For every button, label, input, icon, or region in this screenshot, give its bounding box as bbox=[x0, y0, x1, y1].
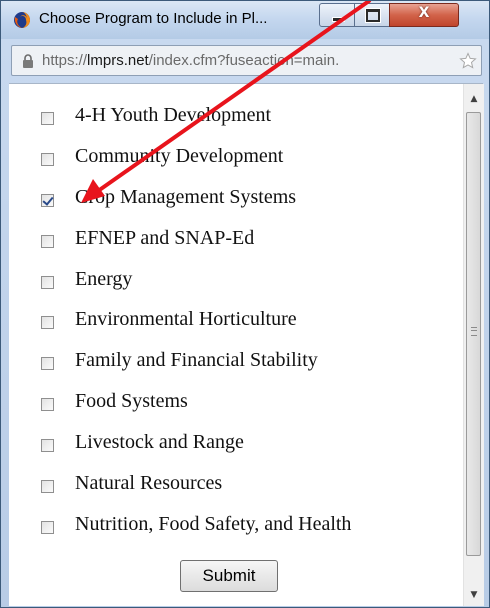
option-label[interactable]: EFNEP and SNAP-Ed bbox=[75, 227, 254, 250]
star-icon[interactable] bbox=[459, 52, 477, 70]
option-label[interactable]: Community Development bbox=[75, 145, 283, 168]
option-label[interactable]: Environmental Horticulture bbox=[75, 308, 297, 331]
option-checkbox[interactable] bbox=[41, 112, 54, 125]
close-button[interactable]: X bbox=[389, 3, 459, 27]
grip-icon bbox=[471, 327, 477, 336]
vertical-scrollbar[interactable]: ▲ ▼ bbox=[463, 84, 484, 606]
minimize-button[interactable] bbox=[319, 3, 355, 27]
url-text: https://lmprs.net/index.cfm?fuseaction=m… bbox=[42, 52, 442, 69]
option-checkbox[interactable] bbox=[41, 234, 54, 248]
minimize-icon bbox=[332, 17, 345, 22]
option-checkbox[interactable] bbox=[41, 316, 54, 330]
page-content: 4-H Youth Development Community Developm… bbox=[9, 83, 484, 606]
submit-button[interactable]: Submit bbox=[180, 560, 278, 592]
scrollbar-thumb[interactable] bbox=[466, 112, 481, 556]
option-label[interactable]: Food Systems bbox=[75, 390, 188, 413]
scroll-down-icon[interactable]: ▼ bbox=[464, 586, 484, 604]
popup-window: Choose Program to Include in Pl... X htt… bbox=[0, 0, 490, 608]
option-checkbox[interactable] bbox=[41, 480, 54, 494]
option-label[interactable]: Natural Resources bbox=[75, 472, 222, 495]
option-checkbox[interactable] bbox=[41, 152, 54, 166]
option-checkbox[interactable] bbox=[41, 398, 54, 412]
title-bar[interactable]: Choose Program to Include in Pl... X bbox=[1, 1, 489, 39]
option-checkbox[interactable] bbox=[41, 439, 54, 453]
scroll-up-icon[interactable]: ▲ bbox=[464, 90, 484, 108]
close-icon: X bbox=[418, 5, 430, 21]
option-label[interactable]: 4-H Youth Development bbox=[75, 104, 271, 127]
url-scheme: https:// bbox=[42, 52, 88, 69]
window-title: Choose Program to Include in Pl... bbox=[39, 10, 268, 27]
address-bar[interactable]: https://lmprs.net/index.cfm?fuseaction=m… bbox=[11, 45, 482, 76]
option-checkbox[interactable] bbox=[41, 275, 54, 289]
option-label[interactable]: Crop Management Systems bbox=[75, 186, 296, 209]
lock-icon bbox=[23, 54, 33, 68]
option-label[interactable]: Energy bbox=[75, 268, 132, 291]
option-label[interactable]: Family and Financial Stability bbox=[75, 349, 318, 372]
option-checkbox[interactable] bbox=[41, 193, 54, 207]
maximize-button[interactable] bbox=[354, 3, 390, 27]
maximize-icon bbox=[365, 8, 381, 23]
option-checkbox[interactable] bbox=[41, 520, 54, 534]
firefox-icon bbox=[14, 12, 30, 28]
option-label[interactable]: Nutrition, Food Safety, and Health bbox=[75, 513, 351, 536]
url-host: lmprs.net bbox=[87, 52, 149, 69]
option-checkbox[interactable] bbox=[41, 357, 54, 371]
url-path: /index.cfm?fuseaction=main. bbox=[148, 52, 340, 69]
option-label[interactable]: Livestock and Range bbox=[75, 431, 244, 454]
